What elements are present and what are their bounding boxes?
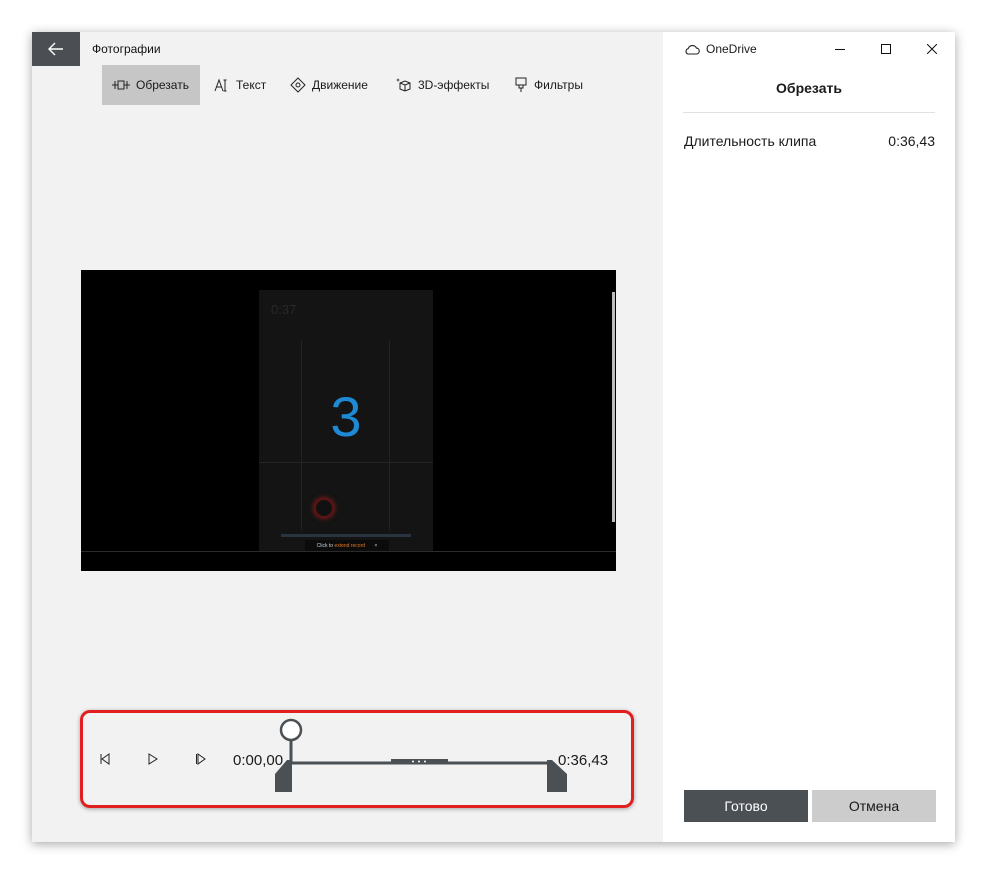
done-button[interactable]: Готово (684, 790, 808, 822)
clip-duration-label: Длительность клипа (684, 133, 817, 149)
clip-duration-value: 0:36,43 (888, 133, 935, 149)
trim-start-handle[interactable] (275, 760, 292, 792)
photos-window: Фотографии OneDrive Обрезать Текст Движе… (32, 32, 955, 842)
cancel-button[interactable]: Отмена (812, 790, 936, 822)
trim-side-panel: Обрезать Длительность клипа 0:36,43 Гото… (663, 66, 955, 842)
panel-divider (683, 112, 935, 113)
playhead[interactable] (279, 718, 303, 762)
trim-end-handle[interactable] (547, 760, 567, 792)
panel-title: Обрезать (776, 80, 842, 96)
trim-track (283, 759, 555, 786)
